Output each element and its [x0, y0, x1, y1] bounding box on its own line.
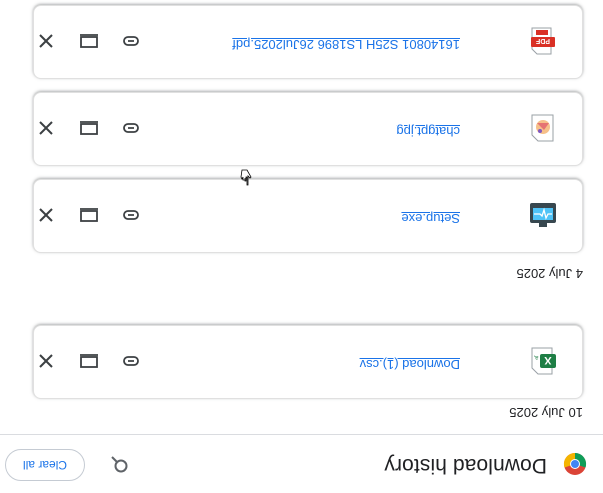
link-icon[interactable] — [120, 30, 142, 52]
close-icon[interactable] — [35, 117, 57, 139]
close-icon[interactable] — [35, 30, 57, 52]
close-icon[interactable] — [35, 350, 57, 372]
downloads-list: 10 July 2025 X a, Download (1).csv 4 Jul… — [0, 0, 603, 435]
link-icon[interactable] — [120, 117, 142, 139]
link-icon[interactable] — [120, 350, 142, 372]
excel-csv-file-icon: X a, — [531, 347, 556, 375]
svg-text:X: X — [544, 354, 552, 366]
clear-all-button[interactable]: Clear all — [5, 449, 85, 481]
page-title: Download history — [384, 454, 547, 477]
svg-text:a,: a, — [533, 354, 538, 360]
laptop-folder-icon[interactable] — [78, 204, 100, 226]
file-name-link[interactable]: Download (1).csv — [360, 357, 460, 372]
close-icon[interactable] — [35, 204, 57, 226]
file-name-link[interactable]: 16140801 S25H LS1896 26Jul2025.pdf — [232, 37, 460, 52]
image-jpg-file-icon — [531, 114, 554, 142]
search-icon[interactable] — [109, 454, 129, 474]
pdf-file-icon: PDF — [531, 27, 555, 55]
laptop-folder-icon[interactable] — [78, 350, 100, 372]
link-icon[interactable] — [120, 204, 142, 226]
laptop-folder-icon[interactable] — [78, 30, 100, 52]
chrome-logo-icon — [563, 452, 587, 475]
file-name-link[interactable]: chatgpt.jpg — [396, 124, 460, 139]
downloads-header: Download history Clear all — [0, 434, 603, 493]
download-item-csv: X a, Download (1).csv — [33, 325, 583, 399]
download-item-pdf: PDF 16140801 S25H LS1896 26Jul2025.pdf — [33, 5, 583, 79]
download-item-exe: Setup.exe — [33, 179, 583, 253]
mouse-cursor-icon — [240, 169, 252, 186]
date-header: 10 July 2025 — [509, 405, 583, 420]
file-name-link[interactable]: Setup.exe — [401, 211, 460, 226]
svg-text:PDF: PDF — [535, 37, 550, 44]
downloads-page: Download history Clear all 10 July 2025 … — [0, 0, 603, 493]
installer-exe-file-icon — [530, 203, 556, 227]
date-header: 4 July 2025 — [516, 266, 584, 281]
download-item-jpg: chatgpt.jpg — [33, 92, 583, 166]
laptop-folder-icon[interactable] — [78, 117, 100, 139]
